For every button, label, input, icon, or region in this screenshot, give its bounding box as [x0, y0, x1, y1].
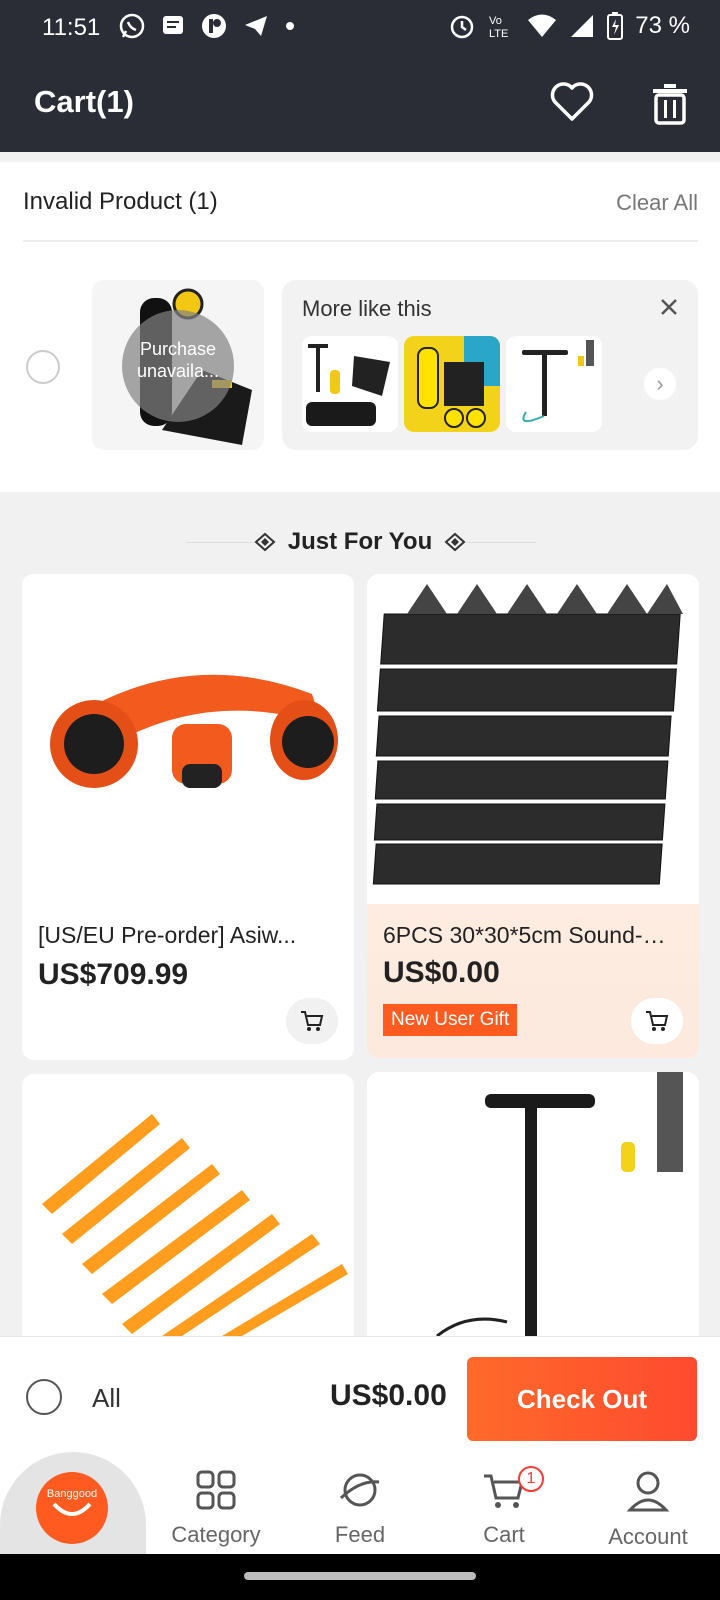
unavailable-overlay: Purchase unavaila...	[122, 310, 234, 422]
invalid-products-section: Invalid Product (1) Clear All Purchase u…	[0, 162, 720, 492]
nav-category-label: Category	[171, 1522, 261, 1547]
brand-label: Banggood	[46, 1488, 98, 1500]
battery-percent: 73 %	[635, 12, 690, 39]
nav-feed[interactable]: Feed	[300, 1470, 420, 1548]
nav-feed-label: Feed	[334, 1522, 386, 1547]
system-icons: Vo LTE 73 %	[449, 12, 690, 40]
home-gesture-handle[interactable]	[244, 1572, 476, 1580]
wifi-icon	[528, 14, 557, 37]
new-user-gift-badge: New User Gift	[383, 1004, 518, 1036]
telegram-icon	[245, 16, 267, 36]
dot-icon	[286, 22, 294, 30]
add-to-cart-button[interactable]	[286, 998, 338, 1044]
bottom-navigation: Banggood Category Feed 1 Cart Account	[0, 1452, 720, 1562]
battery-icon	[607, 12, 624, 40]
system-gesture-bar	[0, 1554, 720, 1600]
total-price: US$0.00	[330, 1379, 447, 1412]
divider	[466, 542, 536, 543]
invalid-product-checkbox[interactable]	[26, 350, 60, 384]
app-icon	[202, 14, 226, 38]
nav-cart-label: Cart	[483, 1522, 525, 1547]
close-icon	[661, 299, 677, 315]
status-time: 11:51	[42, 14, 101, 41]
notification-icons	[118, 12, 296, 40]
svg-text:LTE: LTE	[489, 28, 508, 40]
delete-button[interactable]	[650, 82, 690, 131]
volte-icon: VoLTE	[489, 15, 508, 40]
tank-kit-image	[404, 336, 500, 432]
similar-product-3[interactable]	[506, 336, 602, 432]
category-icon	[196, 1470, 236, 1510]
cart-icon	[301, 1011, 324, 1031]
planet-icon	[339, 1473, 380, 1507]
pump-bag-image	[306, 344, 390, 426]
message-icon	[163, 16, 183, 34]
product-name: 6PCS 30*30*5cm Sound-a...	[383, 922, 673, 948]
checkout-bar: All US$0.00 Check Out	[0, 1336, 720, 1456]
nav-home[interactable]: Banggood	[0, 1452, 146, 1562]
smile-icon	[52, 1502, 92, 1516]
similar-product-2[interactable]	[404, 336, 500, 432]
product-card[interactable]	[367, 1072, 699, 1336]
divider	[23, 240, 698, 242]
nav-cart[interactable]: 1 Cart	[444, 1466, 564, 1548]
product-card[interactable]: 6PCS 30*30*5cm Sound-a... US$0.00 New Us…	[367, 574, 699, 1058]
product-price: US$709.99	[38, 958, 189, 991]
banggood-logo: Banggood	[36, 1472, 108, 1544]
page-title: Cart(1)	[34, 84, 134, 119]
acoustic-foam-image	[372, 584, 683, 885]
alarm-icon	[451, 15, 474, 39]
close-more-like-button[interactable]	[658, 296, 680, 323]
select-all-checkbox[interactable]	[26, 1379, 62, 1415]
similar-product-1[interactable]	[302, 336, 398, 432]
whatsapp-icon	[119, 13, 145, 39]
hand-pump-image	[436, 1072, 683, 1336]
cart-icon	[646, 1011, 669, 1031]
product-price: US$0.00	[383, 956, 500, 989]
more-like-this-panel: More like this ›	[282, 280, 698, 450]
hand-pump-image	[522, 340, 594, 423]
app-bar: Cart(1)	[0, 56, 720, 152]
nav-category[interactable]: Category	[156, 1470, 276, 1548]
next-similar-button[interactable]: ›	[644, 368, 676, 400]
wishlist-button[interactable]	[550, 82, 594, 127]
status-bar: 11:51 Vo LTE 73 %	[0, 0, 720, 56]
just-for-you-title: Just For You	[287, 528, 433, 555]
trash-icon	[653, 84, 687, 125]
product-card[interactable]	[22, 1074, 354, 1336]
nav-account-label: Account	[608, 1524, 688, 1549]
clear-all-button[interactable]: Clear All	[616, 190, 698, 216]
product-name: [US/EU Pre-order] Asiw...	[38, 922, 297, 948]
just-for-you-header: Just For You	[0, 520, 720, 564]
invalid-product-image[interactable]: Purchase unavaila...	[92, 280, 264, 450]
checkout-button[interactable]: Check Out	[467, 1357, 697, 1441]
svg-text:Vo: Vo	[489, 15, 502, 27]
diamond-icon	[444, 532, 466, 552]
account-icon	[626, 1471, 670, 1512]
propeller-image	[42, 1114, 348, 1336]
heart-icon	[550, 82, 594, 121]
underwater-scooter-image	[50, 674, 338, 788]
product-image	[22, 574, 354, 902]
product-image	[367, 574, 699, 904]
product-card[interactable]: [US/EU Pre-order] Asiw... US$709.99	[22, 574, 354, 1060]
invalid-products-heading: Invalid Product (1)	[23, 188, 218, 215]
add-to-cart-button[interactable]	[631, 998, 683, 1044]
nav-account[interactable]: Account	[588, 1470, 708, 1550]
more-like-this-label: More like this	[302, 296, 432, 321]
select-all-label[interactable]: All	[92, 1383, 121, 1414]
cart-count-badge: 1	[518, 1466, 544, 1492]
signal-icon	[571, 15, 594, 37]
